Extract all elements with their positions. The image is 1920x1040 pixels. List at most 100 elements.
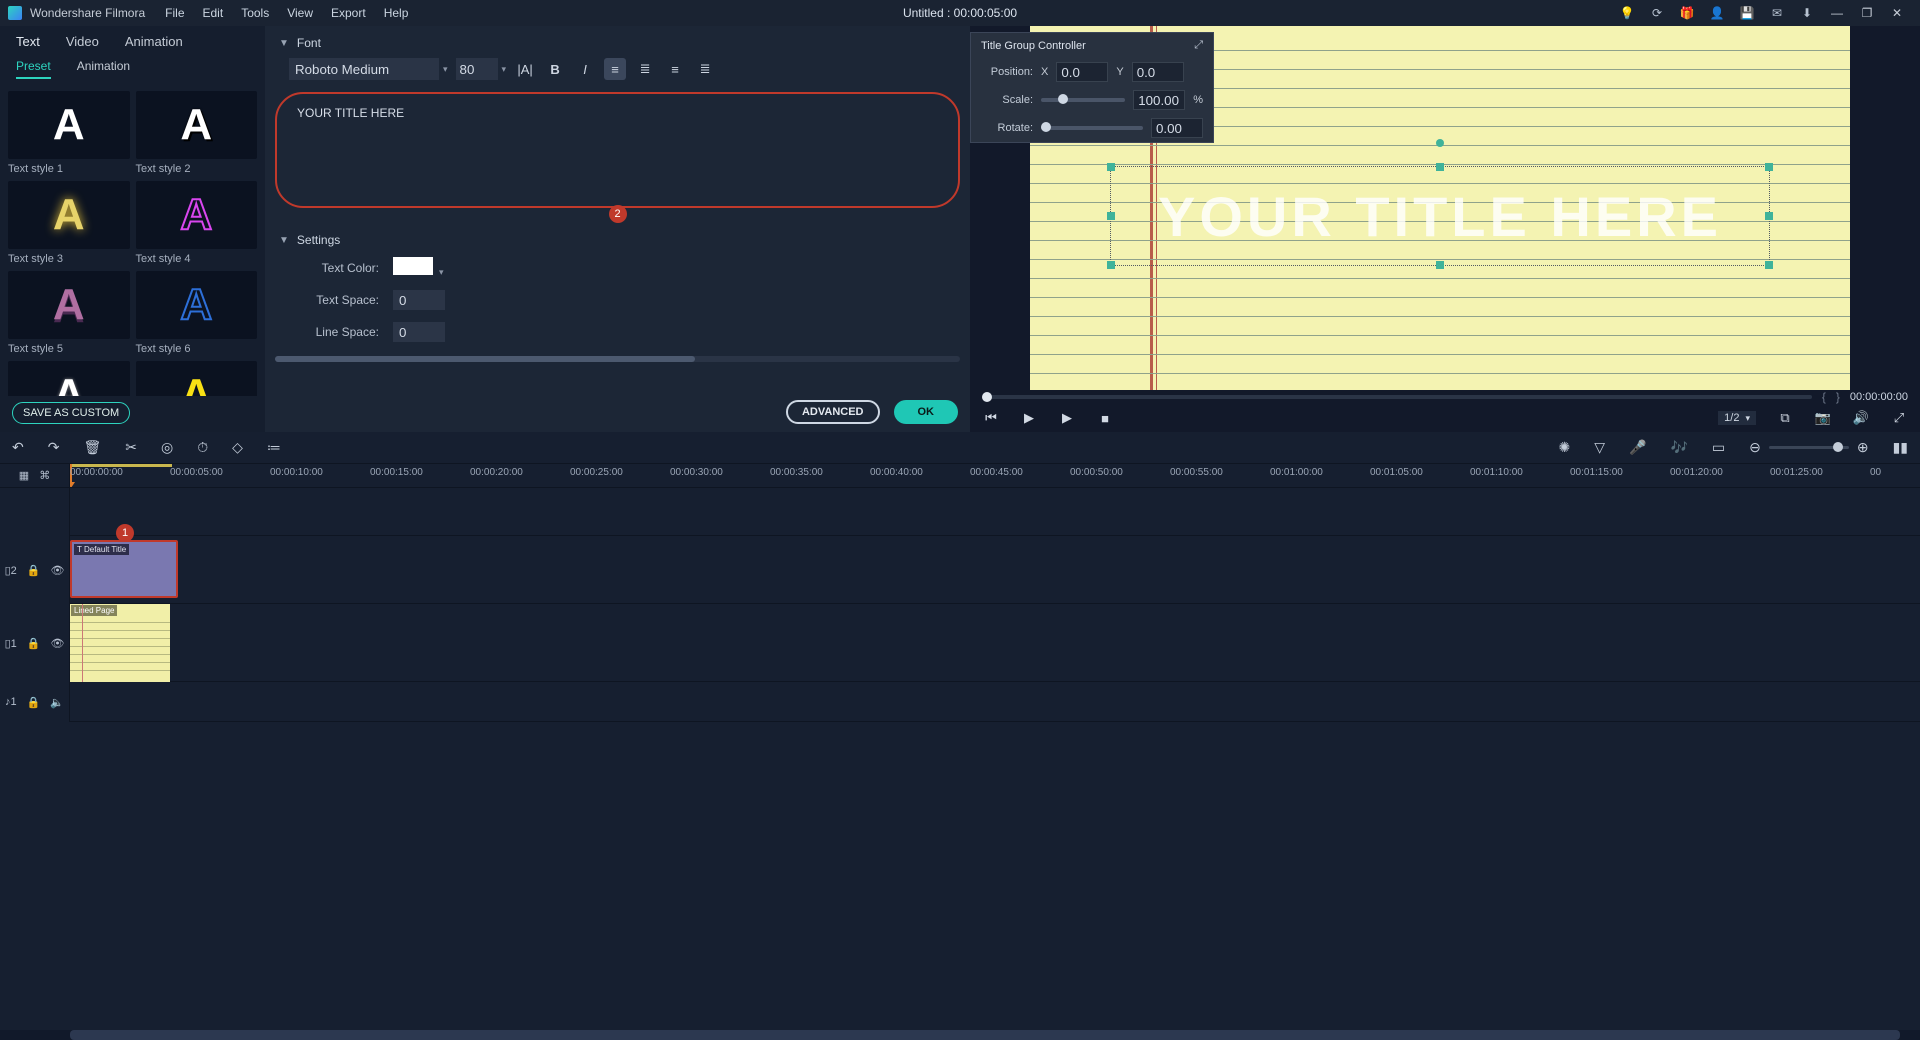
clip-default-title[interactable]: 1 T Default Title — [70, 540, 178, 598]
position-y-input[interactable] — [1132, 62, 1184, 82]
refresh-icon[interactable]: ⟳ — [1642, 6, 1672, 20]
title-text-input[interactable]: YOUR TITLE HERE — [275, 92, 960, 208]
redo-button[interactable]: ↷ — [48, 439, 60, 456]
marker-icon[interactable]: ▽ — [1594, 439, 1605, 456]
collapse-icon[interactable]: ⤢ — [1194, 39, 1203, 52]
snapshot-icon[interactable]: 📷 — [1814, 410, 1832, 426]
timeline-horizontal-scrollbar[interactable] — [0, 1030, 1920, 1040]
preview-ratio-select[interactable]: 1/2 ▾ — [1718, 411, 1756, 425]
text-space-input[interactable] — [393, 290, 445, 310]
crop-button[interactable]: ◎ — [161, 439, 173, 456]
italic-button[interactable]: I — [574, 58, 596, 80]
character-spacing-icon[interactable]: |A| — [514, 58, 536, 80]
gift-icon[interactable]: 🎁 — [1672, 6, 1702, 20]
download-icon[interactable]: ⬇ — [1792, 6, 1822, 20]
link-icon[interactable]: ⌘ — [39, 469, 50, 482]
ok-button[interactable]: OK — [894, 400, 959, 424]
play-button[interactable]: ▶ — [1020, 410, 1038, 426]
visibility-icon[interactable]: 👁 — [50, 637, 64, 650]
window-maximize[interactable]: ❐ — [1852, 6, 1882, 20]
track-body-audio1[interactable] — [70, 682, 1920, 722]
tips-icon[interactable]: 💡 — [1612, 6, 1642, 20]
mute-icon[interactable]: 🔈 — [50, 696, 64, 709]
zoom-slider[interactable] — [1769, 446, 1849, 449]
zoom-out-button[interactable]: ⊖ — [1749, 439, 1761, 456]
speed-button[interactable]: ⏱ — [197, 439, 208, 456]
rotate-input[interactable] — [1151, 118, 1203, 138]
volume-icon[interactable]: 🔊 — [1852, 410, 1870, 426]
preset-item[interactable]: AText style 5 — [8, 271, 130, 355]
preset-item[interactable]: AText style 4 — [136, 181, 258, 265]
bold-button[interactable]: B — [544, 58, 566, 80]
tab-video[interactable]: Video — [66, 34, 99, 49]
lock-icon[interactable]: 🔒 — [27, 637, 41, 650]
audio-mixer-icon[interactable]: 🎶 — [1670, 439, 1687, 456]
timeline-ruler[interactable]: 00:00:00:0000:00:05:0000:00:10:0000:00:1… — [70, 464, 1920, 487]
stop-button[interactable]: ■ — [1096, 411, 1114, 426]
font-section-header[interactable]: ▼ Font — [271, 26, 964, 54]
align-right-button[interactable]: ≡ — [664, 58, 686, 80]
save-as-custom-button[interactable]: SAVE AS CUSTOM — [12, 402, 130, 424]
line-space-input[interactable] — [393, 322, 445, 342]
preview-scrubber-track[interactable] — [982, 395, 1812, 399]
menu-help[interactable]: Help — [384, 6, 409, 20]
align-center-button[interactable]: ≣ — [634, 58, 656, 80]
account-icon[interactable]: 👤 — [1702, 6, 1732, 20]
preset-item[interactable]: A — [136, 361, 258, 396]
track-body-video2[interactable]: 1 T Default Title — [70, 536, 1920, 604]
text-color-swatch[interactable]: ▾ — [393, 257, 444, 278]
window-close[interactable]: ✕ — [1882, 6, 1912, 20]
subtab-preset[interactable]: Preset — [16, 59, 51, 79]
step-back-button[interactable]: ⏮ — [982, 410, 1000, 426]
undo-button[interactable]: ↶ — [12, 439, 24, 456]
preset-item[interactable]: AText style 2 — [136, 91, 258, 175]
position-x-input[interactable] — [1056, 62, 1108, 82]
menu-edit[interactable]: Edit — [203, 6, 224, 20]
adjust-button[interactable]: ≔ — [267, 439, 281, 456]
track-body-video1[interactable]: Lined Page — [70, 604, 1920, 682]
preset-item[interactable]: A — [8, 361, 130, 396]
window-minimize[interactable]: — — [1822, 6, 1852, 20]
menu-file[interactable]: File — [165, 6, 184, 20]
rotate-slider[interactable] — [1041, 126, 1143, 130]
fullscreen-icon[interactable]: ⤢ — [1890, 410, 1908, 426]
lock-icon[interactable]: 🔒 — [27, 696, 41, 709]
zoom-in-button[interactable]: ⊕ — [1857, 439, 1869, 456]
voiceover-icon[interactable]: 🎤 — [1629, 439, 1646, 456]
font-family-select[interactable] — [289, 58, 439, 80]
mail-icon[interactable]: ✉ — [1762, 6, 1792, 20]
title-group-controller[interactable]: Title Group Controller ⤢ Position: X Y S… — [970, 32, 1214, 143]
menu-view[interactable]: View — [287, 6, 313, 20]
preset-item[interactable]: AText style 6 — [136, 271, 258, 355]
menu-tools[interactable]: Tools — [241, 6, 269, 20]
magnet-icon[interactable]: ▦ — [19, 469, 29, 482]
preset-item[interactable]: AText style 3 — [8, 181, 130, 265]
align-left-button[interactable]: ≡ — [604, 58, 626, 80]
step-fwd-button[interactable]: ▶ — [1058, 410, 1076, 426]
preset-item[interactable]: AText style 1 — [8, 91, 130, 175]
advanced-button[interactable]: ADVANCED — [786, 400, 880, 424]
settings-section-header[interactable]: ▼ Settings — [271, 223, 964, 251]
title-bounding-box[interactable]: YOUR TITLE HERE — [1110, 166, 1770, 266]
delete-button[interactable]: 🗑 — [83, 439, 101, 456]
menu-export[interactable]: Export — [331, 6, 366, 20]
horizontal-scrollbar[interactable] — [275, 356, 960, 362]
lock-icon[interactable]: 🔒 — [27, 564, 41, 577]
thumbnail-toggle-icon[interactable]: ▭ — [1712, 439, 1725, 456]
render-preview-icon[interactable]: ✺ — [1558, 439, 1570, 456]
save-icon[interactable]: 💾 — [1732, 6, 1762, 20]
mark-in-icon[interactable]: { — [1822, 390, 1826, 404]
split-button[interactable]: ✂ — [125, 439, 137, 456]
align-justify-button[interactable]: ≣ — [694, 58, 716, 80]
visibility-icon[interactable]: 👁 — [50, 564, 64, 577]
font-size-select[interactable] — [456, 58, 498, 80]
keyframe-button[interactable]: ◇ — [232, 439, 243, 456]
mark-out-icon[interactable]: } — [1836, 390, 1840, 404]
detach-preview-icon[interactable]: ⧉ — [1776, 410, 1794, 426]
clip-lined-page[interactable]: Lined Page — [70, 604, 170, 682]
tab-animation[interactable]: Animation — [125, 34, 183, 49]
scale-input[interactable] — [1133, 90, 1185, 110]
zoom-to-fit-button[interactable]: ▮▮ — [1893, 439, 1908, 456]
tab-text[interactable]: Text — [16, 34, 40, 49]
subtab-animation[interactable]: Animation — [77, 59, 130, 79]
